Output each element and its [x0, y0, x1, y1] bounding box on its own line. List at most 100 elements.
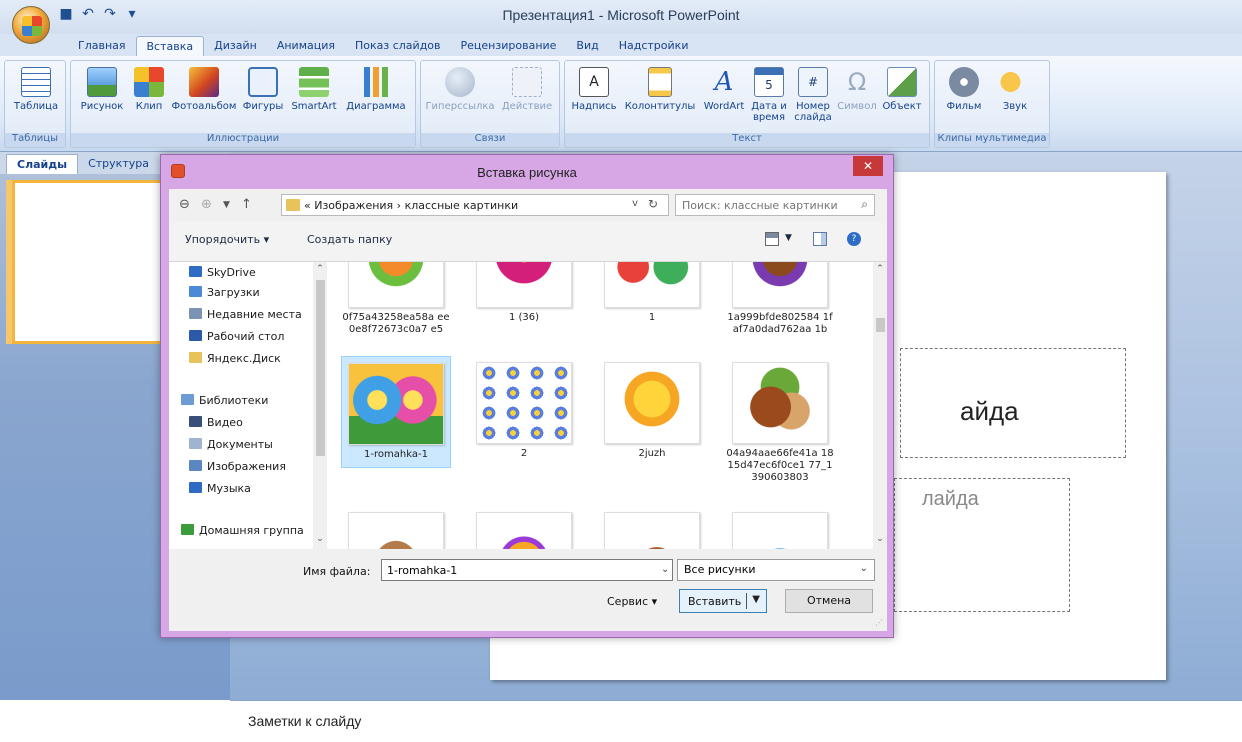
- chart-icon: [361, 67, 391, 97]
- slide-number-label: 1: [14, 184, 21, 195]
- file-caption: 1-romahka-1: [364, 449, 428, 460]
- nav-item-video[interactable]: Видео: [189, 416, 243, 429]
- search-box[interactable]: ⌕: [675, 194, 875, 216]
- nav-scrollbar-thumb[interactable]: [316, 280, 325, 456]
- office-button[interactable]: [12, 6, 50, 44]
- file-tile[interactable]: [597, 512, 707, 550]
- object-button[interactable]: Объект: [879, 67, 925, 112]
- skydrive-icon: [189, 266, 202, 277]
- header-footer-button[interactable]: Колонтитулы: [621, 67, 699, 112]
- up-arrow-icon[interactable]: ↑: [241, 197, 252, 212]
- textbox-button[interactable]: A Надпись: [569, 67, 619, 112]
- slide-thumbnail[interactable]: [12, 180, 172, 344]
- tab-addins[interactable]: Надстройки: [609, 36, 699, 56]
- clipart-button[interactable]: Клип: [131, 67, 167, 112]
- shapes-button[interactable]: Фигуры: [241, 67, 285, 112]
- photoalbum-button[interactable]: Фотоальбом: [171, 67, 237, 112]
- file-grid-scrollbar[interactable]: ⌃ ⌄: [873, 262, 887, 550]
- recent-places-icon: [189, 308, 202, 319]
- forward-arrow-icon[interactable]: ⊕: [201, 197, 212, 212]
- nav-item-yandex-disk[interactable]: Яндекс.Диск: [189, 352, 281, 365]
- refresh-icon[interactable]: ↻: [648, 197, 658, 211]
- search-icon[interactable]: ⌕: [861, 197, 868, 212]
- thumbnail-image: [476, 362, 572, 444]
- tab-review[interactable]: Рецензирование: [451, 36, 567, 56]
- shapes-icon: [248, 67, 278, 97]
- tab-slides[interactable]: Слайды: [6, 154, 79, 174]
- nav-item-recent-places[interactable]: Недавние места: [189, 308, 302, 321]
- close-button[interactable]: ✕: [853, 156, 883, 176]
- file-name-dropdown-icon[interactable]: ⌄: [661, 564, 669, 575]
- new-folder-button[interactable]: Создать папку: [307, 233, 392, 246]
- slide-number-button-label: Номер слайда: [794, 101, 832, 123]
- slide-number-button[interactable]: # Номер слайда: [791, 67, 835, 123]
- file-grid-scrollbar-thumb[interactable]: [876, 318, 885, 332]
- nav-item-music[interactable]: Музыка: [189, 482, 251, 495]
- movie-button[interactable]: Фильм: [939, 67, 989, 112]
- wordart-button[interactable]: A WordArt: [701, 67, 747, 112]
- nav-item-downloads[interactable]: Загрузки: [189, 286, 260, 299]
- scroll-down-icon[interactable]: ⌄: [874, 534, 886, 544]
- file-tile[interactable]: 1: [597, 262, 707, 324]
- file-type-select[interactable]: Все рисунки ⌄: [677, 559, 875, 581]
- file-name-field[interactable]: [381, 559, 673, 581]
- file-tile[interactable]: 1 (36): [469, 262, 579, 324]
- file-tile[interactable]: 04a94aae66fe41a 1815d47ec6f0ce1 77_13906…: [725, 362, 835, 484]
- nav-item-desktop[interactable]: Рабочий стол: [189, 330, 284, 343]
- symbol-button[interactable]: Ω Символ: [837, 67, 877, 112]
- table-button-label: Таблица: [13, 101, 59, 112]
- insert-button[interactable]: Вставить ▼: [679, 589, 767, 613]
- address-dropdown-icon[interactable]: v: [632, 198, 638, 209]
- split-divider: [746, 593, 747, 609]
- chart-button[interactable]: Диаграмма: [343, 67, 409, 112]
- file-tile[interactable]: 0f75a43258ea58a ee0e8f72673c0a7 e5: [341, 262, 451, 336]
- tab-animation[interactable]: Анимация: [267, 36, 345, 56]
- back-arrow-icon[interactable]: ⊖: [179, 197, 190, 212]
- subtitle-placeholder[interactable]: [894, 478, 1070, 612]
- scroll-up-icon[interactable]: ⌃: [314, 264, 326, 274]
- search-input[interactable]: [682, 197, 842, 213]
- notes-pane[interactable]: Заметки к слайду: [230, 700, 1242, 742]
- symbol-button-label: Символ: [837, 101, 877, 112]
- sound-button[interactable]: Звук: [993, 67, 1037, 112]
- view-options-icon[interactable]: [765, 232, 779, 246]
- nav-item-skydrive[interactable]: SkyDrive: [189, 266, 256, 279]
- scroll-up-icon[interactable]: ⌃: [874, 264, 886, 274]
- recent-locations-icon[interactable]: ▼: [223, 200, 230, 210]
- address-bar[interactable]: « Изображения › классные картинки v ↻: [281, 194, 669, 216]
- smartart-button[interactable]: SmartArt: [289, 67, 339, 112]
- cancel-button[interactable]: Отмена: [785, 589, 873, 613]
- tab-slideshow[interactable]: Показ слайдов: [345, 36, 451, 56]
- nav-item-homegroup[interactable]: Домашняя группа: [181, 524, 304, 537]
- table-button[interactable]: Таблица: [13, 67, 59, 112]
- nav-scrollbar[interactable]: ⌃ ⌄: [313, 262, 327, 550]
- tab-outline[interactable]: Структура: [78, 154, 159, 174]
- insert-options-dropdown-icon[interactable]: ▼: [752, 594, 760, 605]
- tab-design[interactable]: Дизайн: [204, 36, 267, 56]
- file-tile[interactable]: 1a999bfde802584 1faf7a0dad762aa 1b: [725, 262, 835, 336]
- action-button[interactable]: Действие: [499, 67, 555, 112]
- tools-menu-button[interactable]: Сервис ▾: [607, 595, 657, 608]
- date-time-button[interactable]: 5 Дата и время: [749, 67, 789, 123]
- help-icon[interactable]: ?: [847, 232, 861, 246]
- nav-item-pictures[interactable]: Изображения: [189, 460, 286, 473]
- hyperlink-button[interactable]: Гиперссылка: [425, 67, 495, 112]
- file-tile[interactable]: 2: [469, 362, 579, 460]
- file-tile[interactable]: [469, 512, 579, 550]
- file-tile[interactable]: [341, 512, 451, 550]
- view-dropdown-icon[interactable]: ▼: [785, 233, 792, 243]
- picture-button-label: Рисунок: [80, 101, 124, 112]
- picture-button[interactable]: Рисунок: [77, 67, 127, 112]
- preview-pane-icon[interactable]: [813, 232, 827, 246]
- nav-item-libraries[interactable]: Библиотеки: [181, 394, 268, 407]
- scroll-down-icon[interactable]: ⌄: [314, 534, 326, 544]
- tab-home[interactable]: Главная: [68, 36, 136, 56]
- resize-grip-icon[interactable]: ⋰: [875, 618, 883, 627]
- file-tile-selected[interactable]: 1-romahka-1: [341, 356, 451, 468]
- tab-view[interactable]: Вид: [566, 36, 608, 56]
- file-tile[interactable]: 2juzh: [597, 362, 707, 460]
- file-tile[interactable]: [725, 512, 835, 550]
- organize-button[interactable]: Упорядочить ▾: [185, 233, 269, 246]
- nav-item-documents[interactable]: Документы: [189, 438, 273, 451]
- tab-insert[interactable]: Вставка: [135, 36, 205, 56]
